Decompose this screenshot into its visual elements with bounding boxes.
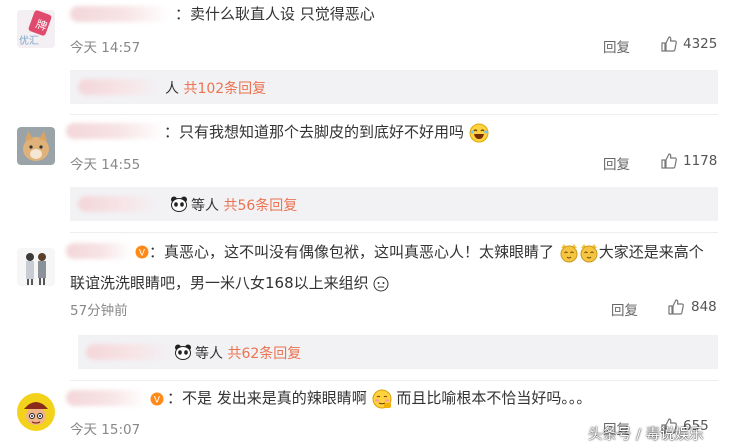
comment-text-line: 联谊洗洗眼睛吧，男一米八女168以上来组织 [70, 270, 389, 296]
view-replies-link[interactable]: 共102条回复 [183, 81, 266, 97]
svg-text:V: V [154, 396, 161, 406]
watermark: 头条号 / 毒说娱乐 [588, 427, 704, 443]
vip-badge-icon: V [150, 392, 164, 406]
sub-username [78, 79, 160, 95]
sub-reply-prefix: 等人 [195, 346, 228, 362]
vip-badge-icon: V [135, 245, 149, 259]
laughing-emoji-icon [469, 123, 489, 142]
like-count: 1178 [683, 153, 718, 169]
thumbs-up-icon[interactable] [660, 35, 678, 53]
comment-text: ：不是 发出来是真的辣眼睛啊 [167, 389, 367, 407]
sub-reply-prefix: 人 [165, 81, 184, 97]
panda-icon [171, 196, 187, 212]
reply-button[interactable]: 回复 [603, 36, 630, 56]
comment-text-line: ：真恶心，这不叫没有偶像包袱，这叫真恶心人！太辣眼睛了 大家还是来高个 [149, 239, 704, 265]
sub-reply-prefix: 等人 [191, 198, 224, 214]
panda-icon [175, 344, 191, 360]
like-count: 4325 [683, 36, 718, 52]
comment-text: ：真恶心，这不叫没有偶像包袱，这叫真恶心人！太辣眼睛了 [149, 243, 555, 261]
comment-time: 57分钟前 [70, 303, 128, 319]
comment-time: 今天 15:07 [70, 422, 141, 438]
sub-reply-summary: 等人 共56条回复 [191, 195, 297, 215]
view-replies-link[interactable]: 共62条回复 [227, 346, 301, 362]
avatar[interactable] [17, 393, 55, 431]
cat-face-emoji-icon [580, 243, 598, 262]
username[interactable] [70, 6, 170, 22]
comment-text: ：卖什么耿直人设 只觉得恶心 [175, 5, 375, 23]
comment-time: 今天 14:55 [70, 157, 141, 173]
avatar-image [17, 393, 55, 431]
comment-text-continued: 大家还是来高个 [598, 243, 704, 261]
comment-text-line: ：不是 发出来是真的辣眼睛啊 而且比喻根本不恰当好吗。。。 [167, 385, 591, 411]
comment-text-line: ：只有我想知道那个去脚皮的到底好不好用吗 [164, 119, 489, 145]
avatar-image [17, 127, 55, 165]
reply-button[interactable]: 回复 [611, 299, 638, 319]
embarrassed-emoji-icon [373, 276, 389, 291]
sub-username [86, 344, 172, 360]
divider [70, 114, 718, 115]
divider [70, 232, 718, 233]
cat-face-emoji-icon [560, 243, 578, 262]
comment-text: 联谊洗洗眼睛吧，男一米八女168以上来组织 [70, 274, 369, 292]
username[interactable] [66, 243, 132, 259]
avatar[interactable] [17, 127, 55, 165]
sub-reply-box[interactable]: 人 共102条回复 [70, 70, 718, 104]
sub-reply-summary: 人 共102条回复 [165, 78, 266, 98]
sub-reply-box[interactable]: 等人 共62条回复 [78, 335, 718, 369]
username[interactable] [66, 123, 164, 139]
reply-button[interactable]: 回复 [603, 153, 630, 173]
divider [70, 380, 718, 381]
embarrassed-emoji-icon [372, 389, 392, 408]
avatar-image [17, 248, 55, 286]
view-replies-link[interactable]: 共56条回复 [223, 198, 297, 214]
svg-text:V: V [139, 249, 146, 259]
sub-reply-box[interactable]: 等人 共56条回复 [70, 187, 718, 221]
thumbs-up-icon[interactable] [660, 152, 678, 170]
sub-reply-summary: 等人 共62条回复 [195, 343, 301, 363]
svg-text:优汇: 优汇 [19, 34, 39, 47]
comment-text: ：只有我想知道那个去脚皮的到底好不好用吗 [164, 123, 465, 141]
avatar[interactable] [17, 248, 55, 286]
comment-time: 今天 14:57 [70, 40, 141, 56]
username[interactable] [66, 390, 146, 406]
comment-text-continued: 而且比喻根本不恰当好吗。。。 [391, 389, 592, 407]
thumbs-up-icon[interactable] [667, 298, 685, 316]
like-count: 848 [691, 299, 717, 315]
sub-username [78, 196, 158, 212]
avatar[interactable]: 优汇 牌 [17, 10, 55, 48]
